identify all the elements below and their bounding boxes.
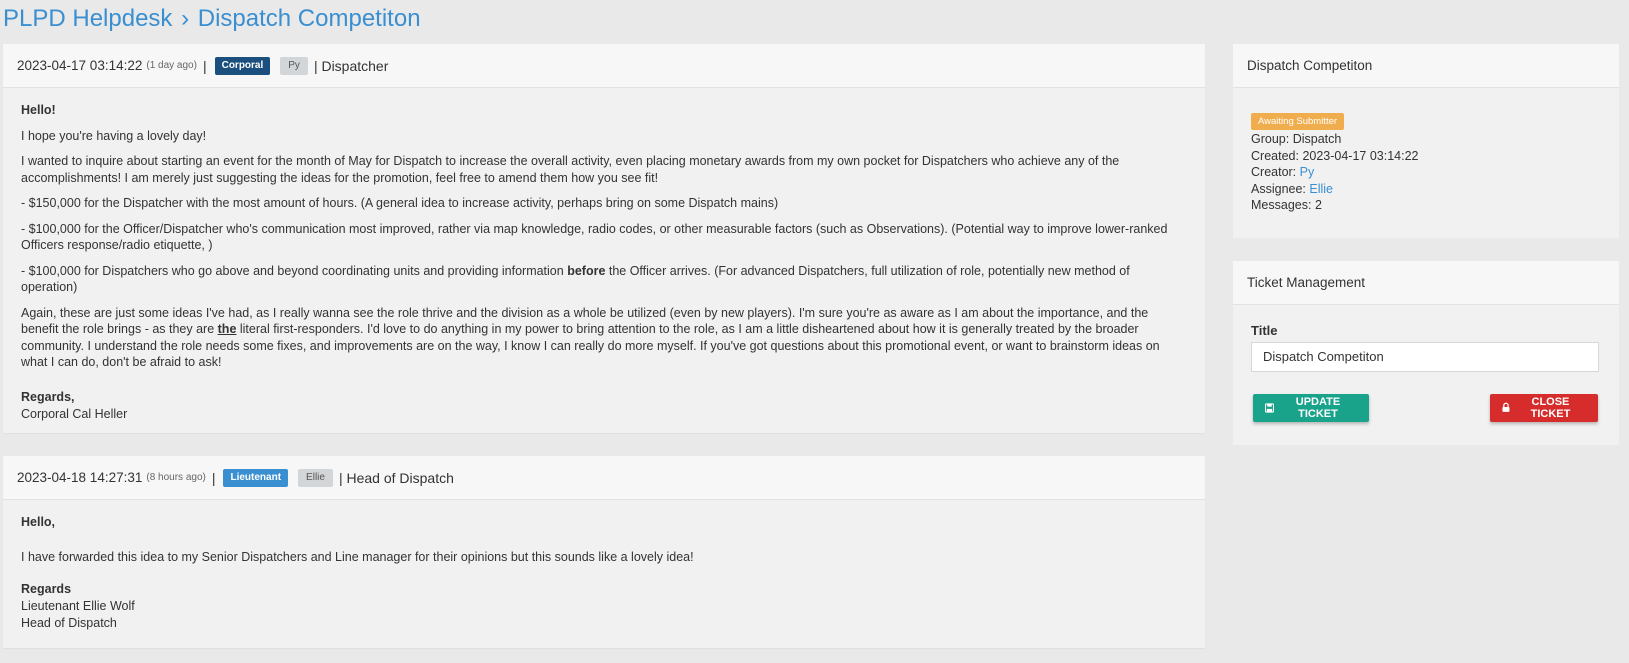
message-card: 2023-04-18 14:27:31 (8 hours ago) | Lieu…	[3, 456, 1205, 648]
message-body: Hello! I hope you're having a lovely day…	[3, 88, 1205, 423]
message-timestamp: 2023-04-18 14:27:31	[17, 470, 143, 485]
save-icon	[1265, 403, 1274, 413]
breadcrumb: PLPD Helpdesk › Dispatch Competiton	[3, 4, 421, 34]
signoff-label: Regards,	[21, 389, 75, 404]
message-header: 2023-04-18 14:27:31 (8 hours ago) | Lieu…	[3, 456, 1205, 500]
detail-value: 2023-04-17 03:14:22	[1302, 148, 1419, 163]
header-divider: |	[202, 57, 207, 74]
detail-label: Messages:	[1251, 198, 1312, 213]
message-relative-time: (1 day ago)	[146, 60, 197, 71]
role-label: | Head of Dispatch	[338, 469, 454, 486]
ticket-management-form: Title UPDATE TICKET CLOSE TICKET	[1233, 305, 1619, 434]
user-badge: Py	[280, 56, 308, 75]
breadcrumb-separator: ›	[181, 5, 190, 32]
lock-icon	[1502, 402, 1510, 412]
panel-title: Dispatch Competiton	[1233, 44, 1619, 88]
action-buttons: UPDATE TICKET CLOSE TICKET	[1251, 393, 1601, 434]
update-ticket-label: UPDATE TICKET	[1295, 395, 1341, 420]
update-ticket-button[interactable]: UPDATE TICKET	[1253, 393, 1369, 422]
close-ticket-button[interactable]: CLOSE TICKET	[1490, 393, 1598, 422]
bullet-text: - $100,000 for Dispatchers who go above …	[21, 263, 568, 278]
detail-value: 2	[1314, 198, 1322, 213]
rank-badge: Lieutenant	[223, 468, 289, 487]
role-label: | Dispatcher	[313, 57, 389, 74]
breadcrumb-root[interactable]: PLPD Helpdesk	[3, 5, 172, 32]
ticket-management-panel: Ticket Management Title UPDATE TICKET CL…	[1233, 261, 1619, 445]
assignee-link[interactable]: Ellie	[1309, 182, 1333, 196]
user-badge: Ellie	[298, 468, 333, 487]
title-input[interactable]	[1251, 341, 1599, 372]
detail-value: Dispatch	[1292, 132, 1342, 146]
detail-creator: Creator: Py	[1251, 164, 1601, 181]
message-bullet: - $100,000 for the Officer/Dispatcher wh…	[21, 221, 1168, 253]
signoff-title: Head of Dispatch	[21, 616, 117, 630]
message-body: Hello, I have forwarded this idea to my …	[3, 500, 1205, 632]
detail-messages: Messages: 2	[1251, 197, 1601, 214]
message-paragraph: Again, these are just some ideas I've ha…	[21, 305, 1187, 371]
detail-assignee: Assignee: Ellie	[1251, 181, 1601, 198]
detail-label: Group:	[1251, 132, 1290, 146]
message-header: 2023-04-17 03:14:22 (1 day ago) | Corpor…	[3, 44, 1205, 88]
message-bullet: - $150,000 for the Dispatcher with the m…	[21, 196, 779, 210]
header-divider: |	[211, 469, 216, 486]
detail-label: Creator:	[1251, 165, 1297, 180]
message-card: 2023-04-17 03:14:22 (1 day ago) | Corpor…	[3, 44, 1205, 433]
message-greeting: Hello,	[21, 515, 56, 529]
bullet-emphasis: before	[567, 263, 606, 278]
message-paragraph: I wanted to inquire about starting an ev…	[21, 154, 1120, 185]
breadcrumb-current: Dispatch Competiton	[197, 5, 421, 32]
detail-created: Created: 2023-04-17 03:14:22	[1251, 148, 1601, 165]
signoff-name: Corporal Cal Heller	[21, 406, 128, 421]
message-signoff: Regards Lieutenant Ellie Wolf Head of Di…	[21, 581, 1187, 632]
creator-link[interactable]: Py	[1300, 165, 1315, 179]
detail-label: Assignee:	[1251, 181, 1306, 196]
message-timestamp: 2023-04-17 03:14:22	[17, 58, 143, 73]
message-relative-time: (8 hours ago)	[146, 472, 206, 483]
signoff-label: Regards	[21, 582, 72, 596]
rank-badge: Corporal	[214, 56, 271, 75]
panel-title: Ticket Management	[1233, 261, 1619, 305]
ticket-details: Awaiting Submitter Group: Dispatch Creat…	[1233, 88, 1619, 214]
detail-group: Group: Dispatch	[1251, 131, 1601, 148]
message-greeting: Hello!	[21, 103, 56, 117]
message-bullet: - $100,000 for Dispatchers who go above …	[21, 263, 1187, 296]
signoff-name: Lieutenant Ellie Wolf	[21, 599, 135, 613]
paragraph-emphasis: the	[217, 322, 237, 336]
ticket-details-panel: Dispatch Competiton Awaiting Submitter G…	[1233, 44, 1619, 238]
message-paragraph: I hope you're having a lovely day!	[21, 128, 207, 143]
message-paragraph: I have forwarded this idea to my Senior …	[21, 549, 694, 564]
detail-label: Created:	[1251, 148, 1299, 163]
close-ticket-label: CLOSE TICKET	[1530, 395, 1571, 420]
title-field-label: Title	[1251, 323, 1278, 338]
message-signoff: Regards, Corporal Cal Heller	[21, 389, 1187, 423]
status-badge: Awaiting Submitter	[1251, 113, 1345, 130]
